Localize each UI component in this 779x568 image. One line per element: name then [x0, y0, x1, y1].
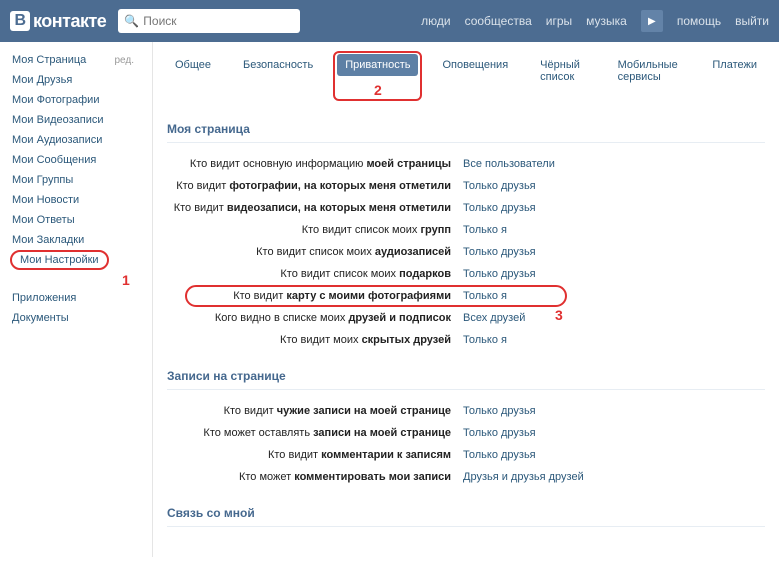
setting-label: Кто видит список моих аудиозаписей: [167, 246, 463, 258]
setting-row: Кто может комментировать мои записи Друз…: [167, 466, 765, 488]
nav-communities[interactable]: сообщества: [465, 14, 532, 28]
setting-label: Кто видит видеозаписи, на которых меня о…: [167, 202, 463, 214]
nav-music[interactable]: музыка: [586, 14, 627, 28]
setting-value[interactable]: Только я: [463, 334, 507, 346]
setting-row: Кого видно в списке моих друзей и подпис…: [167, 307, 765, 329]
setting-row: Кто видит список моих подарков Только др…: [167, 263, 765, 285]
setting-value[interactable]: Только друзья: [463, 427, 536, 439]
sidebar: Моя Страница ред. Мои Друзья Мои Фотогра…: [0, 42, 152, 557]
setting-value[interactable]: Друзья и друзья друзей: [463, 471, 584, 483]
logo-icon: В: [10, 11, 30, 31]
setting-row: Кто может оставлять записи на моей стран…: [167, 422, 765, 444]
sidebar-edit[interactable]: ред.: [114, 55, 134, 66]
setting-label: Кто может оставлять записи на моей стран…: [167, 427, 463, 439]
setting-row: Кто видит список моих групп Только я: [167, 219, 765, 241]
sidebar-item-my-page[interactable]: Моя Страница: [10, 50, 88, 70]
sidebar-item-news[interactable]: Мои Новости: [10, 190, 152, 210]
setting-row: Кто видит основную информацию моей стран…: [167, 153, 765, 175]
sidebar-item-apps[interactable]: Приложения: [10, 288, 152, 308]
nav-games[interactable]: игры: [546, 14, 572, 28]
tab-notifications[interactable]: Оповещения: [434, 54, 516, 76]
tab-payments[interactable]: Платежи: [704, 54, 765, 76]
annotation-1: 1: [122, 272, 152, 288]
setting-label: Кто видит список моих подарков: [167, 268, 463, 280]
tab-blacklist[interactable]: Чёрный список: [532, 54, 593, 88]
sidebar-item-messages[interactable]: Мои Сообщения: [10, 150, 152, 170]
sidebar-item-groups[interactable]: Мои Группы: [10, 170, 152, 190]
setting-label: Кто видит фотографии, на которых меня от…: [167, 180, 463, 192]
setting-label: Кто видит основную информацию моей стран…: [167, 158, 463, 170]
nav-logout[interactable]: выйти: [735, 14, 769, 28]
setting-value[interactable]: Всех друзей: [463, 312, 525, 324]
setting-row: Кто видит моих скрытых друзей Только я: [167, 329, 765, 351]
tab-security[interactable]: Безопасность: [235, 54, 321, 76]
header: Вконтакте 🔍 люди сообщества игры музыка …: [0, 0, 779, 42]
setting-value[interactable]: Только друзья: [463, 246, 536, 258]
setting-label: Кто видит карту с моими фотографиями: [167, 290, 463, 302]
setting-label: Кто видит чужие записи на моей странице: [167, 405, 463, 417]
section-contact-title: Связь со мной: [167, 488, 765, 527]
tab-general[interactable]: Общее: [167, 54, 219, 76]
nav-people[interactable]: люди: [421, 14, 450, 28]
setting-row: Кто видит комментарии к записям Только д…: [167, 444, 765, 466]
setting-value[interactable]: Только я: [463, 290, 507, 302]
nav-help[interactable]: помощь: [677, 14, 721, 28]
setting-value[interactable]: Только друзья: [463, 449, 536, 461]
setting-value[interactable]: Только друзья: [463, 180, 536, 192]
sidebar-item-bookmarks[interactable]: Мои Закладки: [10, 230, 152, 250]
setting-row: Кто видит видеозаписи, на которых меня о…: [167, 197, 765, 219]
search-input[interactable]: [143, 14, 294, 28]
setting-label: Кто видит комментарии к записям: [167, 449, 463, 461]
setting-label: Кого видно в списке моих друзей и подпис…: [167, 312, 463, 324]
setting-value[interactable]: Только друзья: [463, 405, 536, 417]
setting-label: Кто видит моих скрытых друзей: [167, 334, 463, 346]
setting-label: Кто может комментировать мои записи: [167, 471, 463, 483]
settings-tabs: Общее Безопасность Приватность 2 Оповеще…: [167, 42, 765, 104]
section-wall-title: Записи на странице: [167, 351, 765, 390]
sidebar-item-videos[interactable]: Мои Видеозаписи: [10, 110, 152, 130]
section-my-page-title: Моя страница: [167, 104, 765, 143]
setting-value[interactable]: Только я: [463, 224, 507, 236]
sidebar-item-answers[interactable]: Мои Ответы: [10, 210, 152, 230]
tab-privacy[interactable]: Приватность: [337, 54, 418, 76]
setting-value[interactable]: Только друзья: [463, 268, 536, 280]
logo[interactable]: Вконтакте: [10, 11, 106, 32]
tab-mobile[interactable]: Мобильные сервисы: [610, 54, 689, 88]
main-content: Общее Безопасность Приватность 2 Оповеще…: [152, 42, 779, 557]
setting-row: Кто видит фотографии, на которых меня от…: [167, 175, 765, 197]
setting-value[interactable]: Только друзья: [463, 202, 536, 214]
setting-row: Кто видит чужие записи на моей странице …: [167, 400, 765, 422]
sidebar-item-audio[interactable]: Мои Аудиозаписи: [10, 130, 152, 150]
setting-row: Кто видит список моих аудиозаписей Тольк…: [167, 241, 765, 263]
sidebar-item-friends[interactable]: Мои Друзья: [10, 70, 152, 90]
sidebar-item-settings[interactable]: Мои Настройки: [20, 254, 99, 266]
setting-label: Кто видит список моих групп: [167, 224, 463, 236]
search-icon: 🔍: [124, 14, 139, 28]
setting-row: Кто видит карту с моими фотографиями Тол…: [167, 285, 765, 307]
annotation-2: 2: [337, 82, 418, 98]
setting-value[interactable]: Все пользователи: [463, 158, 555, 170]
annotation-highlight-settings: Мои Настройки: [10, 250, 109, 270]
top-nav: люди сообщества игры музыка ▶ помощь вый…: [421, 10, 769, 32]
search-box[interactable]: 🔍: [118, 9, 300, 33]
sidebar-item-docs[interactable]: Документы: [10, 308, 152, 328]
play-icon[interactable]: ▶: [641, 10, 663, 32]
sidebar-item-photos[interactable]: Мои Фотографии: [10, 90, 152, 110]
logo-text: контакте: [33, 11, 106, 32]
